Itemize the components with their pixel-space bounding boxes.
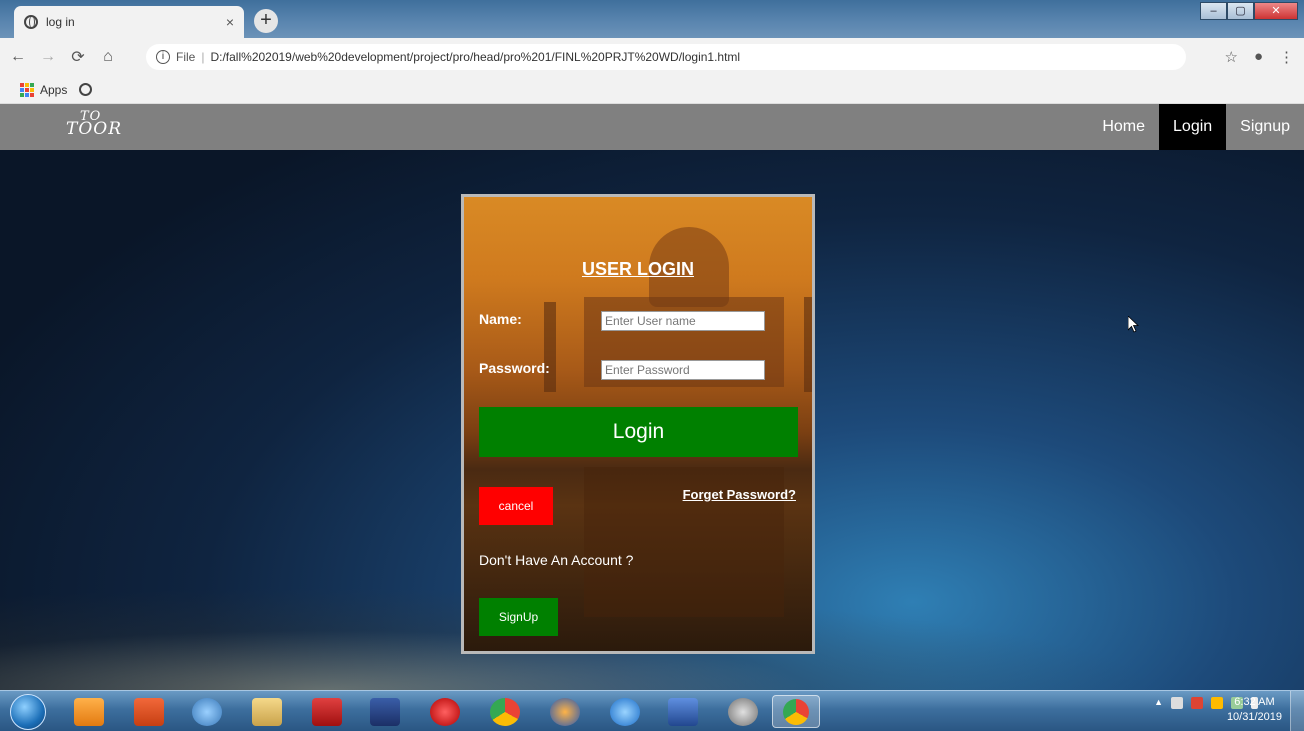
minaret-right	[804, 297, 812, 392]
app-icon[interactable]	[728, 698, 758, 726]
clock-date: 10/31/2019	[1226, 711, 1282, 723]
password-input[interactable]	[601, 360, 765, 380]
nav-links: Home Login Signup	[1088, 104, 1304, 150]
powerpoint-icon[interactable]	[134, 698, 164, 726]
cancel-button[interactable]: cancel	[479, 487, 553, 525]
star-icon[interactable]: ☆	[1224, 48, 1237, 66]
window-controls: – ▢ ✕	[1200, 2, 1298, 20]
chrome-icon[interactable]	[490, 698, 520, 726]
maximize-button[interactable]: ▢	[1227, 2, 1254, 20]
username-input[interactable]	[601, 311, 765, 331]
home-icon[interactable]: ⌂	[96, 48, 120, 66]
signup-button[interactable]: SignUp	[479, 598, 558, 636]
profile-icon[interactable]: ●	[1254, 48, 1263, 66]
nav-signup[interactable]: Signup	[1226, 104, 1304, 150]
minimize-button[interactable]: –	[1200, 2, 1227, 20]
toolbar-right: ☆ ● ⋮	[1224, 48, 1294, 66]
new-tab-button[interactable]: +	[254, 9, 278, 33]
name-label: Name:	[479, 311, 522, 327]
word-icon[interactable]	[668, 698, 698, 726]
info-icon[interactable]: i	[156, 50, 170, 64]
start-button[interactable]	[10, 694, 46, 730]
tab-close-button[interactable]: ×	[226, 14, 234, 30]
nav-home[interactable]: Home	[1088, 104, 1159, 150]
back-icon[interactable]: ←	[6, 48, 30, 66]
flag-icon[interactable]	[1171, 697, 1183, 709]
browser-toolbar: ← → ⟳ ⌂ i File | D:/fall%202019/web%20de…	[0, 38, 1304, 76]
address-bar[interactable]: i File | D:/fall%202019/web%20developmen…	[146, 44, 1186, 70]
login-title: USER LOGIN	[581, 259, 694, 279]
address-scheme: File	[176, 50, 196, 64]
firefox-icon[interactable]	[550, 698, 580, 726]
no-account-text: Don't Have An Account ?	[479, 552, 634, 568]
globe-icon	[24, 15, 38, 29]
address-url: D:/fall%202019/web%20development/project…	[210, 50, 741, 64]
login-card: USER LOGIN Name: Password: Login cancel …	[461, 194, 815, 654]
login-button[interactable]: Login	[479, 407, 798, 457]
calculator-icon[interactable]	[192, 698, 222, 726]
opera-icon[interactable]	[430, 698, 460, 726]
password-label: Password:	[479, 360, 550, 376]
vlc-icon[interactable]	[74, 698, 104, 726]
globe-bookmark-icon[interactable]	[79, 83, 93, 96]
tray-app-icon[interactable]	[1191, 697, 1203, 709]
nav-login[interactable]: Login	[1159, 104, 1227, 150]
chrome-active-icon[interactable]	[772, 695, 820, 728]
ie-icon[interactable]	[610, 698, 640, 726]
acrobat-icon[interactable]	[312, 698, 342, 726]
show-desktop-button[interactable]	[1290, 691, 1304, 731]
window-close-button[interactable]: ✕	[1254, 2, 1298, 20]
windows-taskbar: ▲ 6:32 AM 10/31/2019	[0, 690, 1304, 731]
logo-line2: TOOR	[66, 119, 123, 139]
clock-time: 6:32 AM	[1234, 696, 1275, 708]
menu-icon[interactable]: ⋮	[1279, 48, 1294, 66]
browser-tab-strip: log in × + – ▢ ✕	[0, 0, 1304, 38]
tray-arrow-icon[interactable]: ▲	[1154, 697, 1163, 709]
tray-shield-icon[interactable]	[1211, 697, 1223, 709]
page-viewport: TO TOOR Home Login Signup USER LOGIN Nam…	[0, 104, 1304, 690]
forgot-password-link[interactable]: Forget Password?	[683, 487, 796, 502]
site-navbar: TO TOOR Home Login Signup	[0, 104, 1304, 150]
reload-icon[interactable]: ⟳	[66, 47, 90, 67]
apps-grid-icon[interactable]	[20, 82, 34, 97]
bookmarks-bar: Apps	[0, 76, 1304, 104]
minaret-left	[544, 302, 556, 392]
taskbar-clock[interactable]: 6:32 AM 10/31/2019	[1227, 695, 1282, 725]
site-logo[interactable]: TO TOOR	[66, 110, 123, 139]
browser-tab[interactable]: log in ×	[14, 6, 244, 38]
apps-bookmark[interactable]: Apps	[40, 83, 67, 97]
tab-title: log in	[46, 15, 75, 29]
forward-icon[interactable]: →	[36, 48, 60, 66]
devcpp-icon[interactable]	[370, 698, 400, 726]
address-separator: |	[201, 50, 205, 64]
file-explorer-icon[interactable]	[252, 698, 282, 726]
